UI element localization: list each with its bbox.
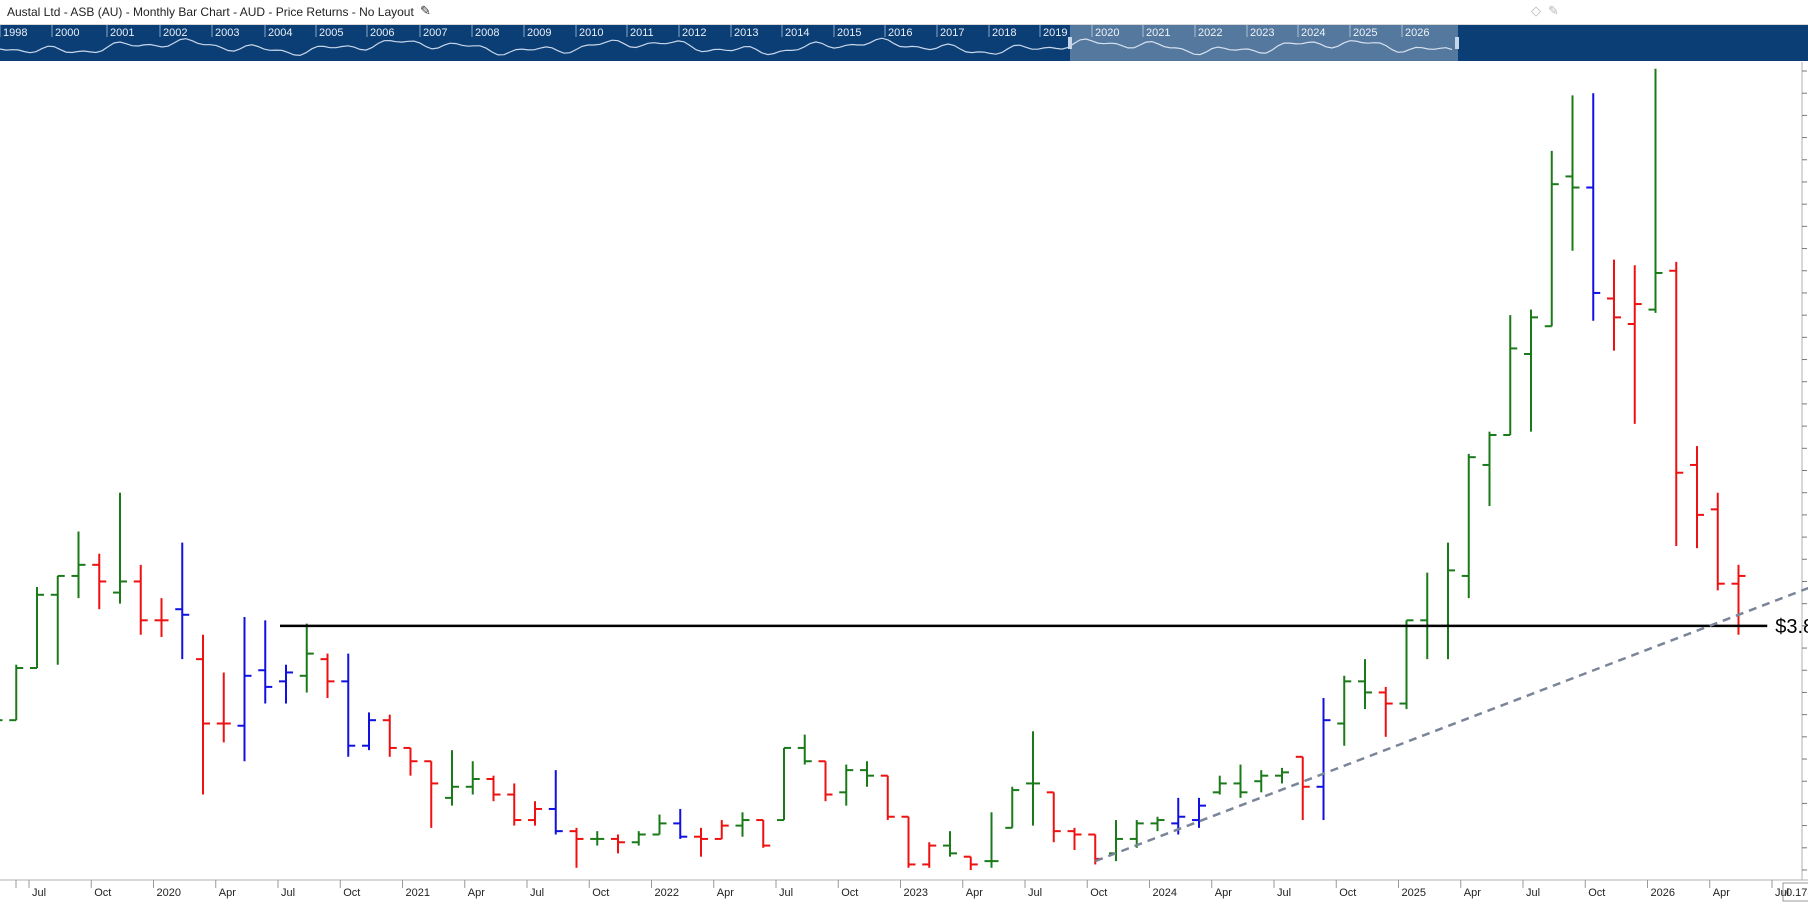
x-tick-label: Jul [530, 887, 544, 899]
x-tick-label: Apr [1713, 887, 1730, 899]
x-tick-label: Jul [1277, 887, 1291, 899]
plot-area [0, 62, 1800, 880]
corner-value: 0.178 [1786, 887, 1808, 899]
x-tick-label: 2024 [1153, 887, 1177, 899]
x-tick-label: Oct [1588, 887, 1605, 899]
support-line-label: $3.80 [1775, 616, 1808, 638]
x-tick-label: Apr [717, 887, 734, 899]
x-tick-label: Oct [592, 887, 609, 899]
x-tick-label: Apr [1464, 887, 1481, 899]
x-tick-label: Oct [343, 887, 360, 899]
x-axis: Jul Oct 2020 Apr Jul Oct 2021 Apr Jul Oct 2022 Apr J… [0, 879, 1808, 899]
x-tick-label: Apr [219, 887, 236, 899]
x-tick-label: Oct [841, 887, 858, 899]
x-tick-label: Apr [1215, 887, 1232, 899]
x-tick-label: 2023 [904, 887, 928, 899]
x-tick-label: Jul [1526, 887, 1540, 899]
x-tick-label: Oct [1090, 887, 1107, 899]
price-chart[interactable]: 1.601.802.002.202.402.602.803.003.203.40… [0, 0, 1808, 906]
x-tick-label: Oct [1339, 887, 1356, 899]
x-tick-label: 2022 [655, 887, 679, 899]
y-axis: 1.601.802.002.202.402.602.803.003.203.40… [0, 62, 1808, 902]
x-tick-label: Apr [468, 887, 485, 899]
x-tick-label: Jul [281, 887, 295, 899]
x-tick-label: Jul [1775, 887, 1789, 899]
x-tick-label: Jul [1028, 887, 1042, 899]
x-tick-label: Jul [779, 887, 793, 899]
x-tick-label: 2026 [1651, 887, 1675, 899]
x-tick-label: 2021 [406, 887, 430, 899]
x-tick-label: Oct [94, 887, 111, 899]
x-tick-label: 2020 [157, 887, 181, 899]
x-tick-label: Apr [966, 887, 983, 899]
x-tick-label: Jul [32, 887, 46, 899]
x-tick-label: 2025 [1402, 887, 1426, 899]
